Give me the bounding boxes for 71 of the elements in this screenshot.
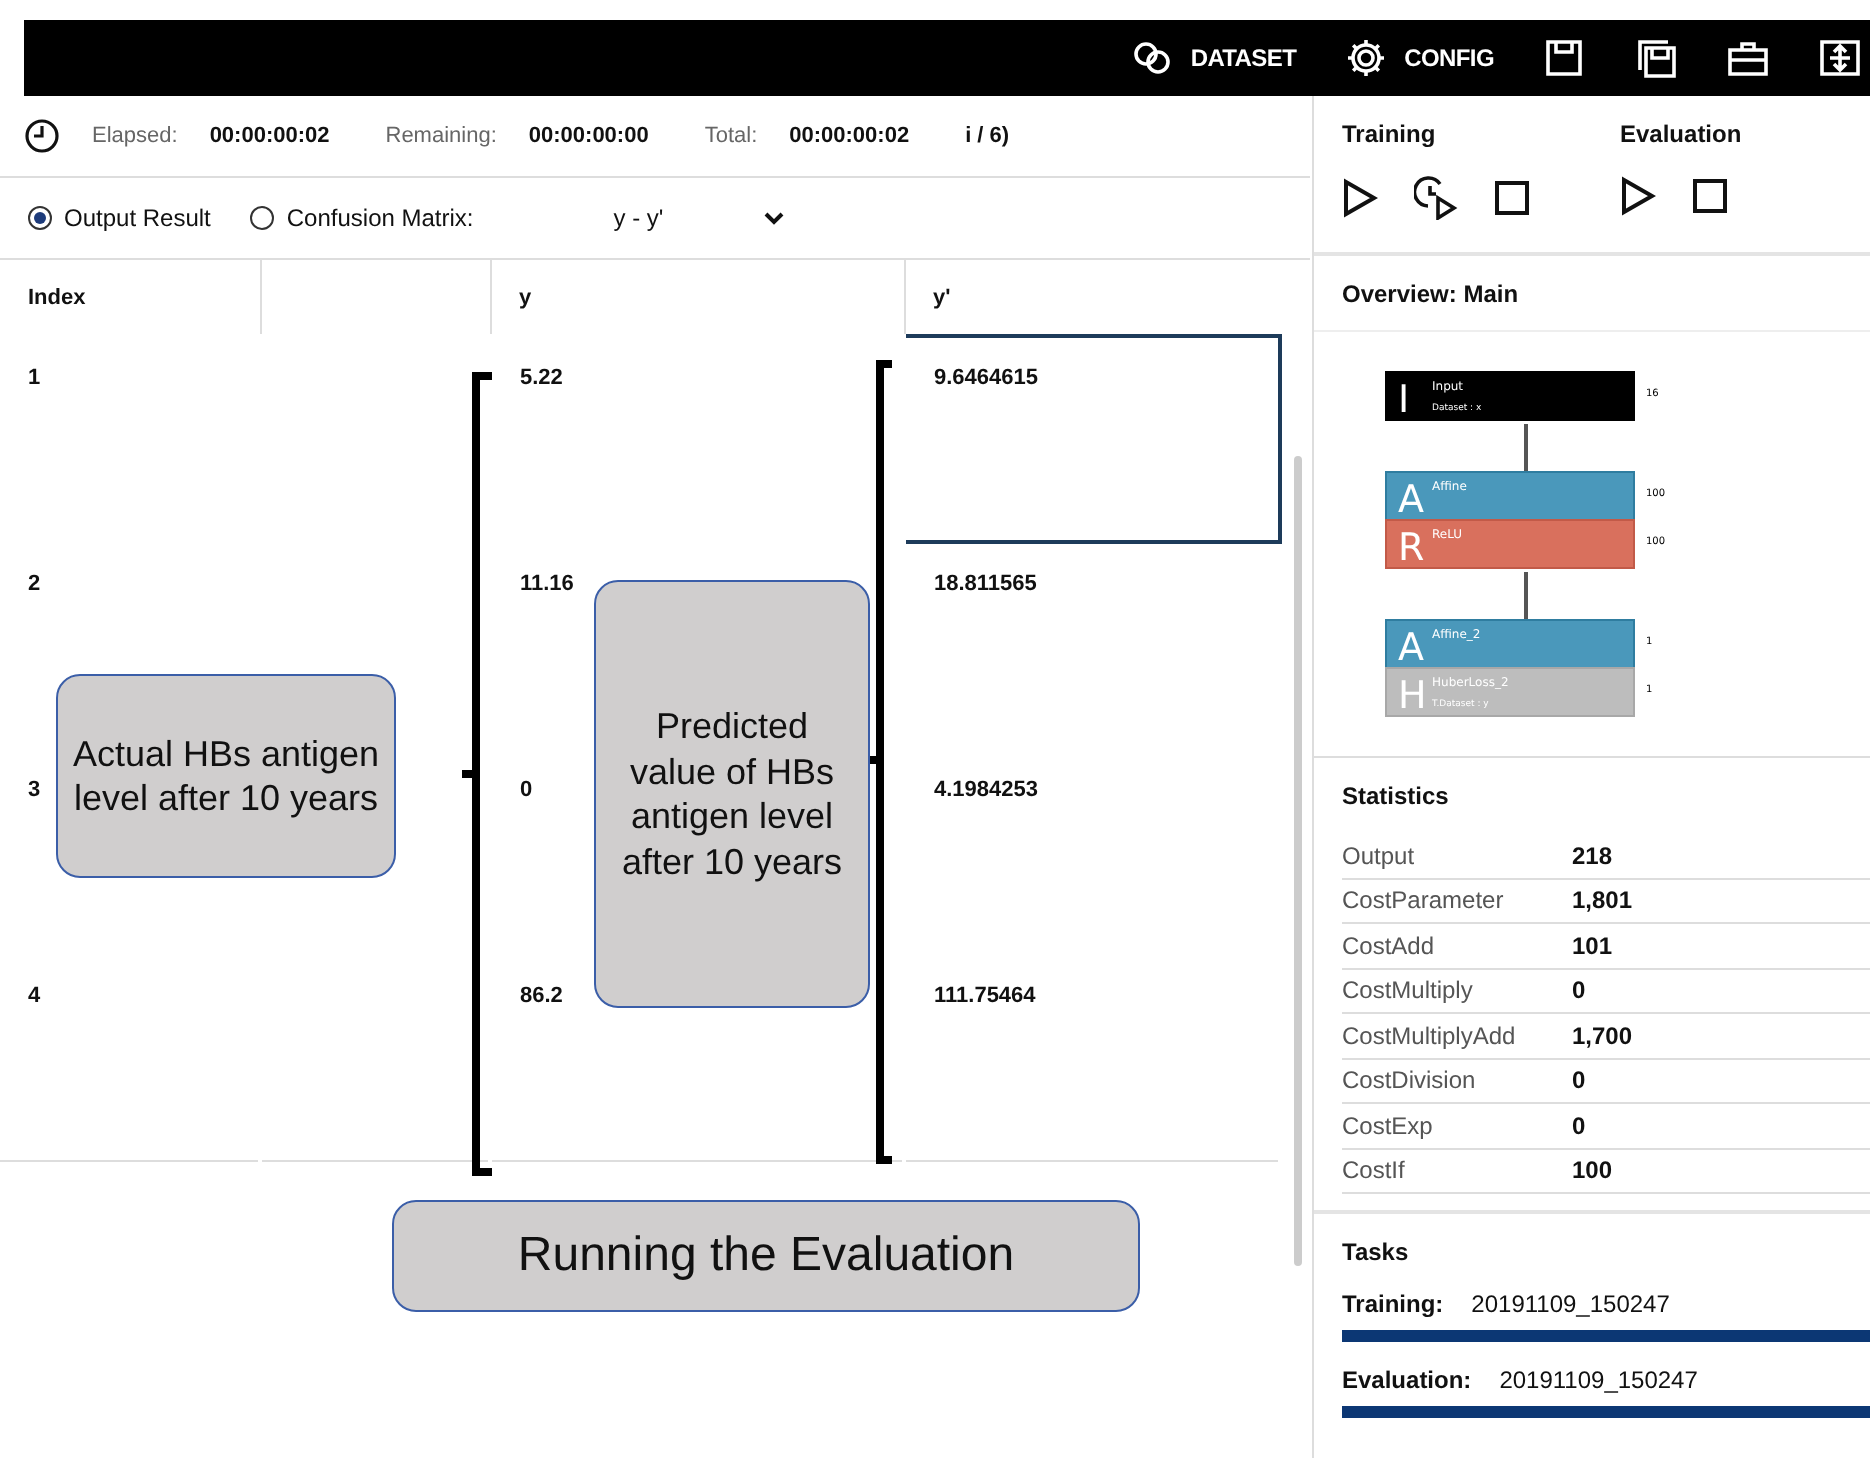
table-cell: 11.16 xyxy=(520,572,574,596)
radio-option[interactable]: Confusion Matrix: xyxy=(250,204,474,232)
total-label: Total: xyxy=(704,124,758,148)
task-label: Training: xyxy=(1342,1290,1444,1318)
timed-play-icon[interactable] xyxy=(1414,176,1458,220)
radio-icon[interactable] xyxy=(250,206,275,230)
table-cell: 4.1984253 xyxy=(934,778,1038,802)
stat-value: 0 xyxy=(1572,1111,1588,1140)
column-header: y' xyxy=(933,285,951,309)
save-icon[interactable] xyxy=(1542,36,1586,80)
link-icon[interactable] xyxy=(1130,36,1175,80)
stop-icon[interactable] xyxy=(1494,180,1530,216)
table-cell: 5.22 xyxy=(520,366,563,390)
section-title: Overview: Main xyxy=(1340,278,1521,308)
stat-name: Output xyxy=(1342,841,1417,870)
table-cell: 1 xyxy=(28,366,41,390)
stat-name: CostMultiply xyxy=(1342,976,1475,1005)
callout-label: Actual HBs antigen level after 10 years xyxy=(56,674,396,878)
stat-value: 1,801 xyxy=(1572,886,1635,915)
task-label: Evaluation: xyxy=(1342,1366,1472,1394)
gear-icon[interactable] xyxy=(1344,36,1389,80)
stat-name: CostParameter xyxy=(1342,886,1506,915)
elapsed-value: 00:00:00:02 xyxy=(209,124,330,148)
table-cell: 4 xyxy=(28,984,41,1008)
table-cell: 0 xyxy=(520,778,533,802)
stat-name: CostDivision xyxy=(1342,1066,1478,1095)
radio-option[interactable]: Output Result xyxy=(28,204,211,232)
table-cell: 18.811565 xyxy=(934,572,1037,596)
stat-value: 100 xyxy=(1572,1156,1615,1185)
stat-name: CostExp xyxy=(1342,1111,1435,1140)
stat-value: 101 xyxy=(1572,931,1615,960)
stat-value: 0 xyxy=(1572,1066,1588,1095)
table-cell: 2 xyxy=(28,572,41,596)
table-cell: 9.6464615 xyxy=(934,366,1038,390)
task-value: 20191109_150247 xyxy=(1471,1290,1670,1318)
section-title: Statistics xyxy=(1342,780,1451,814)
remaining-value: 00:00:00:00 xyxy=(528,124,649,148)
stat-value: 0 xyxy=(1572,976,1588,1005)
chevron-icon[interactable] xyxy=(763,211,784,225)
section-title: Tasks xyxy=(1340,1236,1411,1266)
toolbox-icon[interactable] xyxy=(1726,36,1770,80)
toolbar-link[interactable]: CONFIG xyxy=(1404,44,1494,72)
stat-name: CostMultiplyAdd xyxy=(1342,1021,1518,1050)
callout-label: Running the Evaluation xyxy=(392,1200,1140,1312)
section-title: Training xyxy=(1340,118,1438,148)
column-header: y xyxy=(519,285,532,309)
section-title: Evaluation xyxy=(1618,118,1744,148)
stat-value: 1,700 xyxy=(1572,1021,1635,1050)
clock-icon xyxy=(24,118,60,154)
table-cell: 3 xyxy=(28,778,41,802)
play-icon[interactable] xyxy=(1342,178,1378,218)
total-value: 00:00:00:02 xyxy=(789,124,910,148)
table-cell: 86.2 xyxy=(520,984,563,1008)
fit-icon[interactable] xyxy=(1818,36,1862,80)
play-icon[interactable] xyxy=(1620,176,1656,216)
table-cell: 111.75464 xyxy=(934,984,1036,1008)
radio-icon[interactable] xyxy=(28,206,52,230)
matrix-select[interactable]: y - y' xyxy=(613,204,664,232)
save-as-icon[interactable] xyxy=(1634,36,1678,80)
stat-name: CostIf xyxy=(1342,1156,1407,1185)
epoch-text: i / 6) xyxy=(965,124,1010,148)
stop-icon[interactable] xyxy=(1692,178,1728,214)
remaining-label: Remaining: xyxy=(385,124,497,148)
toolbar-link[interactable]: DATASET xyxy=(1190,44,1297,72)
callout-label: Predicted value of HBs antigen level after 10 years xyxy=(594,580,870,1008)
stat-name: CostAdd xyxy=(1342,931,1437,960)
column-header: Index xyxy=(28,285,86,309)
stat-value: 218 xyxy=(1572,841,1615,870)
scrollbar[interactable] xyxy=(1294,456,1302,1266)
elapsed-label: Elapsed: xyxy=(92,124,178,148)
task-value: 20191109_150247 xyxy=(1499,1366,1698,1394)
